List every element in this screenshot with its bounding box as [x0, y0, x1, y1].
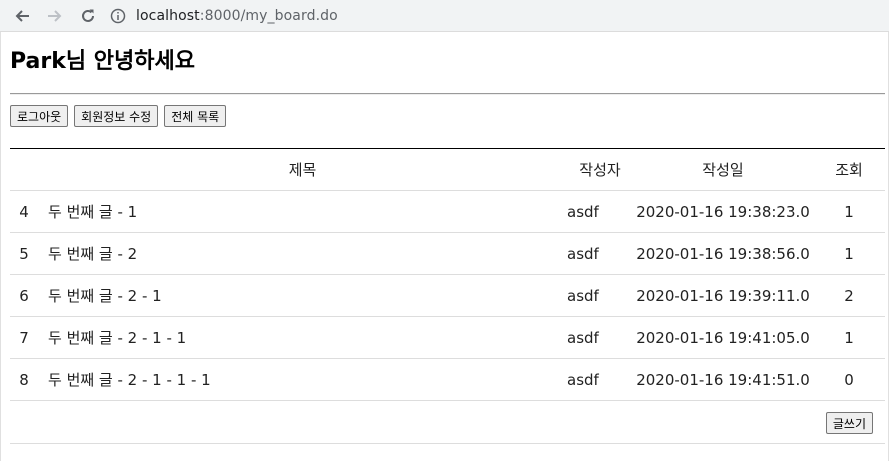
row-date: 2020-01-16 19:41:51.0	[633, 358, 813, 401]
board-table: 제목 작성자 작성일 조회 4 두 번째 글 - 1 asdf 2020-01-…	[10, 148, 885, 401]
table-row[interactable]: 6 두 번째 글 - 2 - 1 asdf 2020-01-16 19:39:1…	[10, 274, 885, 317]
row-no: 6	[10, 274, 38, 317]
row-views: 1	[813, 232, 885, 275]
reload-button[interactable]	[76, 4, 100, 28]
row-no: 5	[10, 232, 38, 275]
row-views: 1	[813, 190, 885, 233]
page-title: Park님 안녕하세요	[10, 49, 195, 74]
row-title-link[interactable]: 두 번째 글 - 1	[38, 190, 567, 233]
row-writer: asdf	[567, 274, 633, 317]
row-views: 2	[813, 274, 885, 317]
action-button-row: 로그아웃 회원정보 수정 전체 목록	[10, 105, 227, 127]
row-no: 8	[10, 358, 38, 401]
table-row[interactable]: 8 두 번째 글 - 2 - 1 - 1 - 1 asdf 2020-01-16…	[10, 358, 885, 401]
header-no	[10, 148, 38, 191]
header-title: 제목	[38, 148, 567, 191]
row-title-link[interactable]: 두 번째 글 - 2 - 1	[38, 274, 567, 317]
row-writer: asdf	[567, 232, 633, 275]
table-row[interactable]: 4 두 번째 글 - 1 asdf 2020-01-16 19:38:23.0 …	[10, 190, 885, 233]
top-divider	[10, 93, 885, 95]
header-date: 작성일	[633, 148, 813, 191]
edit-member-button[interactable]: 회원정보 수정	[74, 105, 159, 127]
row-title-link[interactable]: 두 번째 글 - 2 - 1 - 1	[38, 316, 567, 359]
address-bar[interactable]: localhost:8000/my_board.do	[110, 4, 889, 28]
arrow-left-icon	[15, 10, 29, 22]
row-writer: asdf	[567, 190, 633, 233]
header-writer: 작성자	[567, 148, 633, 191]
header-views: 조회	[813, 148, 885, 191]
row-date: 2020-01-16 19:38:23.0	[633, 190, 813, 233]
arrow-right-icon	[48, 10, 62, 22]
table-row[interactable]: 7 두 번째 글 - 2 - 1 - 1 asdf 2020-01-16 19:…	[10, 316, 885, 359]
row-writer: asdf	[567, 358, 633, 401]
row-views: 1	[813, 316, 885, 359]
reload-icon	[82, 9, 94, 22]
row-views: 0	[813, 358, 885, 401]
row-title-link[interactable]: 두 번째 글 - 2	[38, 232, 567, 275]
row-writer: asdf	[567, 316, 633, 359]
page-content: Park님 안녕하세요 로그아웃 회원정보 수정 전체 목록 제목 작성자 작성…	[0, 32, 889, 461]
info-icon[interactable]	[110, 8, 126, 24]
browser-toolbar: localhost:8000/my_board.do	[0, 0, 889, 32]
write-button[interactable]: 글쓰기	[825, 412, 873, 434]
url-path: :8000/my_board.do	[199, 8, 338, 24]
table-row[interactable]: 5 두 번째 글 - 2 asdf 2020-01-16 19:38:56.0 …	[10, 232, 885, 275]
all-list-button[interactable]: 전체 목록	[164, 105, 227, 127]
logout-button[interactable]: 로그아웃	[10, 105, 69, 127]
row-date: 2020-01-16 19:41:05.0	[633, 316, 813, 359]
url-text: localhost:8000/my_board.do	[136, 8, 338, 24]
table-header-row: 제목 작성자 작성일 조회	[10, 148, 885, 191]
row-no: 7	[10, 316, 38, 359]
forward-button[interactable]	[43, 4, 67, 28]
row-no: 4	[10, 190, 38, 233]
row-date: 2020-01-16 19:39:11.0	[633, 274, 813, 317]
write-button-container: 글쓰기	[825, 412, 873, 434]
row-title-link[interactable]: 두 번째 글 - 2 - 1 - 1 - 1	[38, 358, 567, 401]
url-host: localhost	[136, 8, 200, 24]
row-date: 2020-01-16 19:38:56.0	[633, 232, 813, 275]
bottom-divider	[10, 443, 885, 444]
back-button[interactable]	[10, 4, 34, 28]
